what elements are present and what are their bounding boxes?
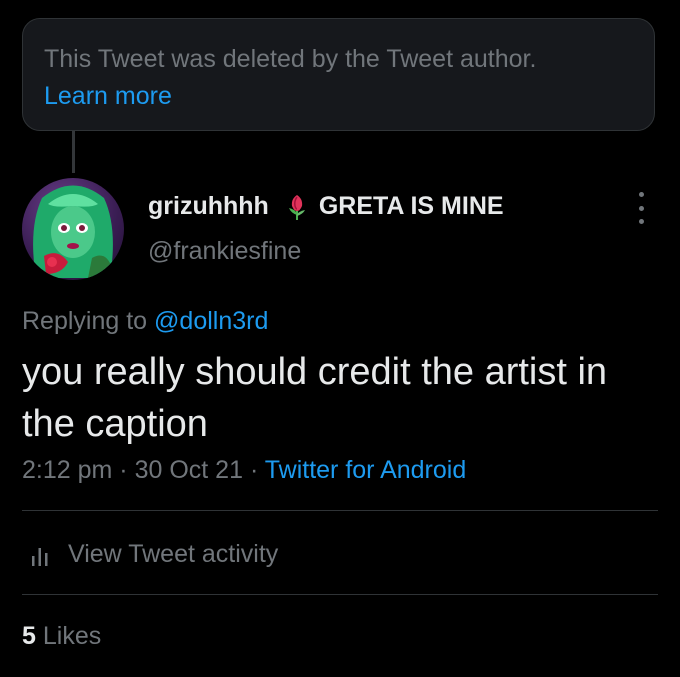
author-name-row[interactable]: grizuhhhh GRETA IS MINE bbox=[148, 188, 504, 224]
thread-connector-line bbox=[72, 131, 75, 173]
rose-icon bbox=[282, 191, 312, 221]
author-name-suffix: GRETA IS MINE bbox=[318, 191, 504, 220]
deleted-tweet-notice: This Tweet was deleted by the Tweet auth… bbox=[22, 18, 655, 131]
tweet-text: you really should credit the artist in t… bbox=[22, 351, 608, 445]
learn-more-link[interactable]: Learn more bbox=[44, 78, 633, 115]
bar-chart-icon bbox=[30, 544, 50, 566]
likes-label: Likes bbox=[42, 622, 102, 650]
avatar[interactable] bbox=[22, 178, 124, 280]
view-tweet-activity-label: View Tweet activity bbox=[68, 539, 279, 568]
author-display-name: grizuhhhh bbox=[148, 191, 269, 220]
replying-to: Replying to @dolln3rd bbox=[22, 303, 268, 339]
tweet-source-link[interactable]: Twitter for Android bbox=[265, 456, 466, 484]
avatar-doll-image bbox=[33, 185, 113, 278]
deleted-notice-text: This Tweet was deleted by the Tweet auth… bbox=[44, 45, 537, 73]
likes-count: 5 bbox=[22, 622, 36, 650]
divider bbox=[22, 594, 658, 595]
meta-separator: · bbox=[119, 456, 128, 484]
more-vertical-icon[interactable] bbox=[628, 192, 654, 224]
replying-to-prefix: Replying to bbox=[22, 307, 148, 335]
view-tweet-activity-button[interactable]: View Tweet activity bbox=[22, 534, 278, 574]
tweet-date[interactable]: 30 Oct 21 bbox=[135, 456, 243, 484]
tweet-time[interactable]: 2:12 pm bbox=[22, 456, 112, 484]
replying-to-handle-link[interactable]: @dolln3rd bbox=[154, 307, 268, 335]
divider bbox=[22, 510, 658, 511]
tweet-meta: 2:12 pm · 30 Oct 21 · Twitter for Androi… bbox=[22, 452, 466, 488]
author-handle[interactable]: @frankiesfine bbox=[148, 234, 301, 268]
meta-separator: · bbox=[249, 456, 259, 484]
likes-count-link[interactable]: 5 Likes bbox=[22, 618, 101, 654]
